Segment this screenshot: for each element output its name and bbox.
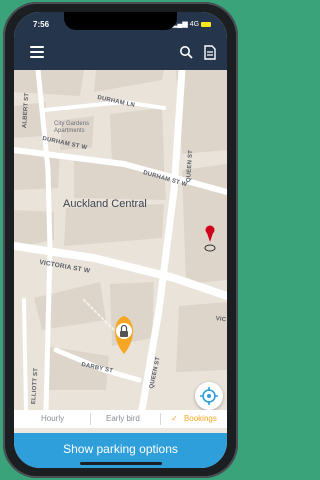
poi-line: City Gardens [54, 121, 90, 127]
battery-icon [201, 21, 211, 27]
network-label: 4G [189, 21, 200, 28]
tab-bookings[interactable]: ✓ Bookings [171, 414, 217, 423]
locate-button[interactable] [195, 382, 223, 410]
search-icon[interactable] [179, 45, 193, 59]
document-icon[interactable] [203, 45, 217, 60]
map-view[interactable]: DURHAM LN DURHAM ST W DURHAM ST W VICTOR… [14, 70, 227, 410]
poi-line: Apartments [54, 128, 85, 134]
tab-early-bird[interactable]: Early bird [106, 414, 140, 423]
home-indicator [80, 462, 162, 465]
area-label: Auckland Central [63, 198, 147, 210]
status-time: 7:56 [33, 20, 50, 29]
booking-tabs: Hourly Early bird ✓ Bookings [14, 410, 227, 428]
status-signal: ▂▄▆ 4G [172, 20, 211, 28]
app-bar: 7:56 ▂▄▆ 4G [14, 12, 227, 70]
phone-frame: DURHAM LN DURHAM ST W DURHAM ST W VICTOR… [3, 2, 238, 478]
crosshair-icon [200, 387, 218, 405]
tab-hourly[interactable]: Hourly [41, 414, 64, 423]
check-icon: ✓ [171, 414, 178, 423]
notch [64, 12, 177, 30]
map-canvas [14, 70, 227, 410]
street-label: VIC [215, 316, 227, 324]
tab-divider [160, 413, 161, 425]
menu-icon[interactable] [30, 46, 44, 58]
tab-divider [90, 413, 91, 425]
poi-label: City Gardens Apartments [54, 121, 89, 135]
parking-lock-pin-icon[interactable] [115, 316, 133, 354]
screen: DURHAM LN DURHAM ST W DURHAM ST W VICTOR… [14, 12, 227, 468]
tab-bookings-label: Bookings [183, 414, 217, 423]
